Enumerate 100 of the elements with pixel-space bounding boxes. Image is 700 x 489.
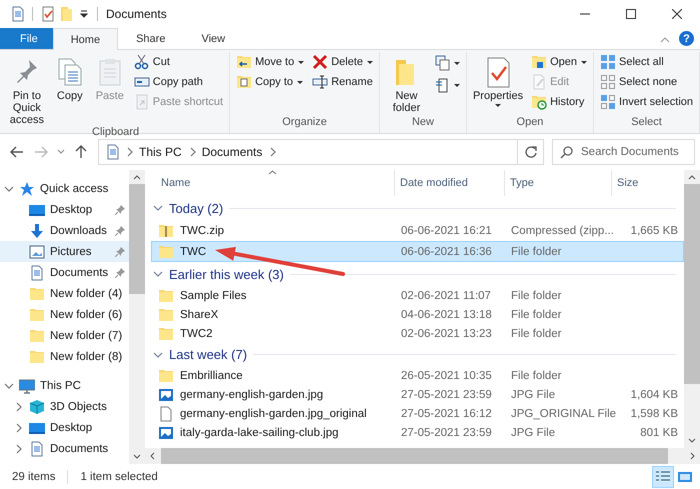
breadcrumb[interactable]: Documents [202,145,262,159]
computer-icon [19,378,35,394]
ribbon-button[interactable]: Cut [130,52,226,72]
scroll-down-icon [133,454,141,459]
shortcut-icon [134,94,150,110]
ribbon-button[interactable]: Rename [309,72,376,92]
scroll-up-icon [688,175,696,180]
table-cell: TWC.zip [180,224,224,236]
nav-item[interactable]: Documents [0,438,129,459]
collapsed-chevron-icon[interactable] [14,402,24,412]
table-cell: Embrilliance [180,370,243,382]
file-row[interactable]: germany-english-garden.jpg_original 27-05-2021 16:12 JPG_ORIGINAL File 1,598 KB [151,404,684,423]
document-icon[interactable] [10,6,24,22]
file-row[interactable]: italy-garda-lake-sailing-club.jpg 27-05-2021 23:59 JPG File 801 KB [151,423,684,442]
folder-icon [158,306,174,322]
folder-icon [29,328,45,344]
collapsed-chevron-icon[interactable] [14,444,24,454]
search-field[interactable]: Search Documents [552,139,695,165]
chevron-right-icon [268,147,276,157]
scroll-bar[interactable] [129,170,145,464]
nav-item[interactable]: New folder (6) [0,304,129,325]
table-cell: File folder [511,370,562,382]
folder-icon [158,368,174,384]
folder-icon [158,326,174,342]
table-cell: 04-06-2021 13:18 [401,308,492,320]
file-row[interactable]: germany-english-garden.jpg 27-05-2021 23:59 JPG File 1,604 KB [151,385,684,404]
table-cell: 06-06-2021 16:36 [401,246,492,258]
ribbon-tab[interactable]: Home [52,28,118,50]
edit-icon [531,74,548,90]
ribbon-button[interactable]: Invert selection [597,92,696,112]
ribbon-button[interactable]: New folder [383,52,430,114]
nav-item[interactable]: New folder (4) [0,283,129,304]
ribbon-button[interactable]: Move to [233,52,308,72]
collapsed-chevron-icon[interactable] [14,422,24,432]
ribbon-button[interactable]: Delete [309,52,376,72]
ribbon-button[interactable]: History [528,92,590,112]
breadcrumb[interactable]: This PC [139,145,182,159]
file-row[interactable]: TWC2 02-06-2021 13:23 File folder [151,324,684,343]
table-cell: File folder [511,308,562,320]
nav-item[interactable]: Desktop [0,199,129,220]
column-header[interactable]: Type [505,170,612,196]
ribbon-button[interactable]: Properties [470,52,526,107]
checklist-icon[interactable] [41,6,55,22]
nav-item[interactable]: This PC [0,375,129,396]
view-button[interactable] [652,466,674,488]
collapse-ribbon-icon[interactable] [660,34,670,42]
address-bar[interactable]: This PC Documents [98,139,544,165]
file-menu-tab[interactable]: File [0,28,53,49]
back-arrow-icon [10,146,24,158]
nav-item[interactable]: New folder (8) [0,346,129,367]
ribbon-button[interactable]: Select all [597,52,696,72]
file-row[interactable]: ShareX 04-06-2021 13:18 File folder [151,305,684,324]
group-header[interactable]: Today (2) [169,200,224,216]
scroll-thumb[interactable] [129,184,145,294]
chevron-down-icon[interactable] [153,350,163,360]
ribbon-button[interactable]: Select none [597,72,696,92]
file-row[interactable]: Sample Files 02-06-2021 11:07 File folder [151,286,684,305]
scroll-thumb[interactable] [684,184,700,384]
ribbon-group-label: Select [630,116,663,130]
zip-folder-icon [158,222,174,238]
nav-item[interactable]: Quick access [0,178,129,199]
nav-item[interactable]: Documents [0,262,129,283]
nav-item[interactable]: Pictures [0,241,129,262]
table-cell: 26-05-2021 10:35 [401,370,492,382]
ribbon-button[interactable]: Open [528,52,590,72]
table-cell: Compressed (zipp... [511,224,614,236]
help-button[interactable]: ? [679,31,694,46]
file-row[interactable]: Embrilliance 26-05-2021 10:35 File folder [151,366,684,385]
group-header[interactable]: Last week (7) [169,347,248,362]
nav-item[interactable]: Downloads [0,220,129,241]
scroll-bar[interactable] [684,170,700,448]
ribbon-tab[interactable]: Share [118,28,184,49]
nav-item[interactable]: New folder (7) [0,325,129,346]
expanded-chevron-icon[interactable] [4,184,14,194]
table-cell: italy-garda-lake-sailing-club.jpg [180,426,339,438]
ribbon-group-label: Clipboard [91,126,140,138]
file-row[interactable]: TWC.zip 06-06-2021 16:21 Compressed (zipp... 1,665 KB [151,220,684,241]
table-cell: 02-06-2021 13:23 [401,328,492,340]
group-header[interactable]: Earlier this week (3) [169,266,284,282]
nav-item[interactable]: Desktop [0,417,129,438]
nav-item[interactable]: 3D Objects [0,396,129,417]
column-header[interactable]: Name [151,170,395,196]
expanded-chevron-icon[interactable] [4,380,14,390]
column-header[interactable]: Date modified [395,170,505,196]
chevron-down-icon[interactable] [153,269,163,279]
close-icon [672,9,682,19]
item-count: 29 items [12,470,56,482]
ribbon-button[interactable]: Pin to Quick access [5,52,49,126]
ribbon-button[interactable]: Copy [50,52,89,102]
file-row[interactable]: TWC 06-06-2021 16:36 File folder [151,241,684,262]
refresh-icon [524,146,536,158]
ribbon-button[interactable]: Copy to [233,72,308,92]
select-all-icon [600,54,616,70]
table-cell: germany-english-garden.jpg_original [180,408,367,420]
ribbon-button[interactable]: Copy path [130,72,226,92]
select-none-icon [600,74,616,90]
ribbon-tab[interactable]: View [183,28,244,49]
column-header[interactable]: Size [612,170,682,196]
chevron-down-icon [57,149,65,155]
chevron-down-icon[interactable] [153,203,163,213]
